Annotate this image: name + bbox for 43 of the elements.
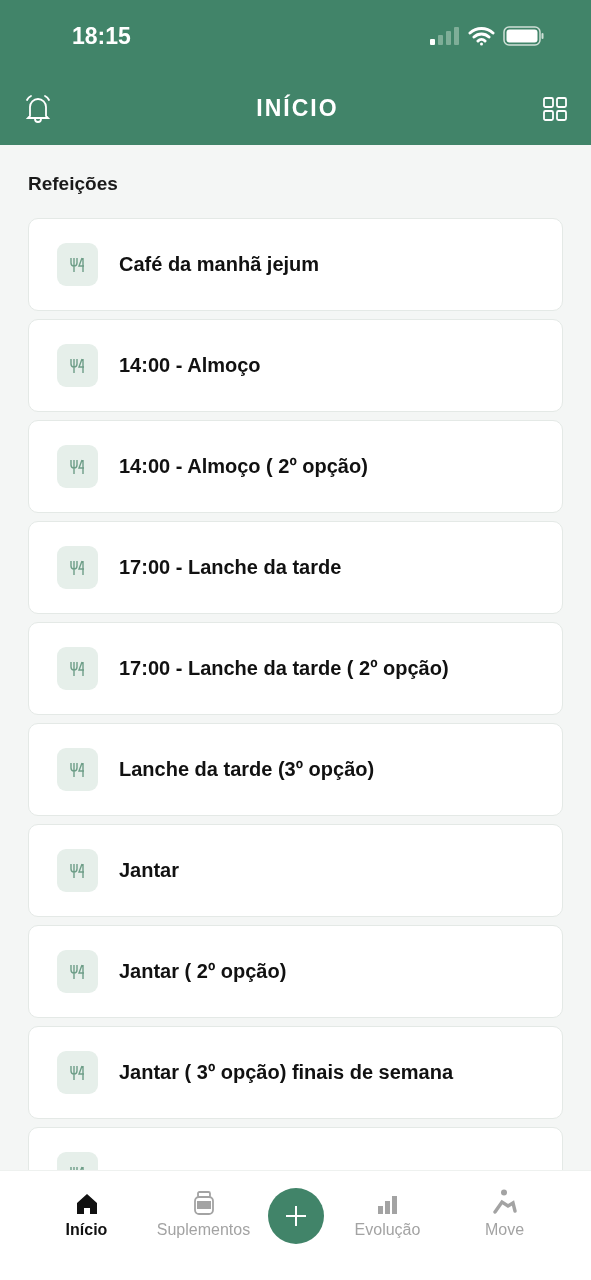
- fork-knife-icon: [68, 256, 87, 273]
- jar-icon: [193, 1191, 214, 1215]
- wifi-icon: [468, 26, 495, 46]
- bar-chart-icon: [376, 1195, 399, 1215]
- fork-knife-icon: [68, 559, 87, 576]
- fork-knife-icon: [68, 761, 87, 778]
- grid-icon: [543, 96, 567, 121]
- fork-knife-icon: [68, 963, 87, 980]
- exercise-icon: [491, 1189, 518, 1215]
- fork-knife-icon: [68, 862, 87, 879]
- meal-card[interactable]: 14:00 - Almoço: [28, 319, 563, 412]
- meal-title: 17:00 - Lanche da tarde: [119, 556, 342, 579]
- meal-card[interactable]: 17:00 - Lanche da tarde ( 2º opção): [28, 622, 563, 715]
- meal-title: Jantar ( 2º opção): [119, 960, 287, 983]
- meal-title: 14:00 - Almoço ( 2º opção): [119, 455, 368, 478]
- fork-knife-icon: [68, 1064, 87, 1081]
- meal-title: Lanche da tarde (3º opção): [119, 758, 375, 781]
- nav-tab[interactable]: Início: [33, 1185, 140, 1239]
- home-icon: [75, 1193, 98, 1215]
- meal-title: 17:00 - Lanche da tarde ( 2º opção): [119, 657, 449, 680]
- fork-knife-icon: [68, 660, 87, 677]
- meal-title: Jantar ( 3º opção) finais de semana: [119, 1061, 454, 1084]
- meal-title: Café da manhã jejum: [119, 253, 320, 276]
- grid-menu-button[interactable]: [543, 96, 567, 121]
- meal-card[interactable]: Lanche da tarde (3º opção): [28, 723, 563, 816]
- meal-title: 14:00 - Almoço: [119, 354, 261, 377]
- status-time: 18:15: [72, 22, 132, 50]
- meal-card[interactable]: Jantar: [28, 824, 563, 917]
- meal-title: Jantar: [119, 859, 180, 882]
- meal-card[interactable]: Café da manhã jejum: [28, 218, 563, 311]
- signal-icon: [430, 27, 460, 45]
- fork-knife-icon: [68, 458, 87, 475]
- meal-card[interactable]: Jantar ( 2º opção): [28, 925, 563, 1018]
- fork-knife-icon: [68, 357, 87, 374]
- bell-icon: [24, 93, 52, 124]
- section-title: Refeições: [28, 173, 119, 195]
- notifications-button[interactable]: [24, 93, 52, 124]
- meal-card[interactable]: 17:00 - Lanche da tarde: [28, 521, 563, 614]
- meal-card[interactable]: Jantar ( 3º opção) finais de semana: [28, 1026, 563, 1119]
- plus-icon: [284, 1205, 307, 1227]
- battery-icon: [503, 26, 545, 46]
- page-title: INÍCIO: [255, 95, 340, 122]
- meal-card[interactable]: 14:00 - Almoço ( 2º opção): [28, 420, 563, 513]
